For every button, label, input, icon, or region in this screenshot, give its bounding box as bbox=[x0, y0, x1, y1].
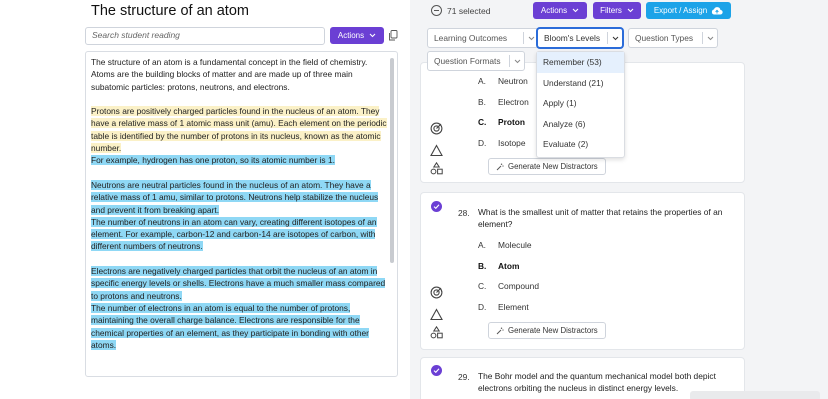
blooms-levels-select[interactable]: Bloom's Levels bbox=[537, 28, 623, 48]
paragraph-intro: The structure of an atom is a fundamenta… bbox=[91, 57, 368, 92]
option-c-correct[interactable]: C. Proton bbox=[478, 117, 525, 127]
actions-label: Actions bbox=[540, 6, 568, 15]
select-label: Question Formats bbox=[434, 56, 501, 66]
chevron-down-icon bbox=[524, 36, 538, 41]
chevron-down-icon bbox=[510, 59, 524, 64]
shapes-icon[interactable] bbox=[430, 162, 443, 175]
highlight-blue: Neutrons are neutral particles found in … bbox=[91, 179, 379, 215]
select-label: Learning Outcomes bbox=[434, 33, 508, 43]
reading-textbox[interactable]: The structure of an atom is a fundamenta… bbox=[85, 51, 398, 377]
option-b-correct[interactable]: B. Atom bbox=[478, 261, 519, 271]
dropdown-option-analyze[interactable]: Analyze (6) bbox=[537, 114, 624, 135]
chevron-down-icon bbox=[608, 36, 622, 41]
blooms-levels-dropdown: Remember (53) Understand (21) Apply (1) … bbox=[536, 51, 625, 158]
highlight-blue: The number of electrons in an atom is eq… bbox=[91, 302, 369, 350]
export-assign-button[interactable]: Export / Assign bbox=[646, 2, 731, 19]
option-b[interactable]: B. Electron bbox=[478, 97, 529, 107]
filters-label: Filters bbox=[600, 6, 622, 15]
paragraph-electrons: Electrons are negatively charged particl… bbox=[91, 265, 387, 351]
bottom-toast bbox=[690, 391, 820, 399]
triangle-icon[interactable] bbox=[430, 308, 443, 321]
select-label: Question Types bbox=[635, 33, 694, 43]
option-a[interactable]: A. Molecule bbox=[478, 240, 532, 250]
highlight-blue: Electrons are negatively charged particl… bbox=[91, 266, 386, 301]
export-label: Export / Assign bbox=[653, 6, 708, 15]
dropdown-option-understand[interactable]: Understand (21) bbox=[537, 73, 624, 94]
search-input[interactable]: Search student reading bbox=[85, 27, 325, 45]
target-icon[interactable] bbox=[430, 122, 443, 135]
reading-content: The structure of an atom is a fundamenta… bbox=[91, 56, 387, 351]
selected-check-icon[interactable] bbox=[431, 201, 442, 212]
chevron-down-icon bbox=[703, 36, 717, 41]
question-number: 29. bbox=[458, 372, 470, 382]
question-text: What is the smallest unit of matter that… bbox=[478, 207, 723, 230]
cloud-upload-icon bbox=[712, 7, 723, 15]
question-formats-select[interactable]: Question Formats bbox=[427, 51, 525, 71]
page-title: The structure of an atom bbox=[91, 3, 249, 19]
option-a[interactable]: A. Neutron bbox=[478, 76, 528, 86]
question-types-select[interactable]: Question Types bbox=[628, 28, 718, 48]
dropdown-option-remember[interactable]: Remember (53) bbox=[537, 52, 624, 73]
magic-wand-icon bbox=[496, 163, 504, 170]
chevron-down-icon bbox=[369, 33, 376, 38]
learning-outcomes-select[interactable]: Learning Outcomes bbox=[427, 28, 539, 48]
paragraph-protons: Protons are positively charged particles… bbox=[91, 105, 387, 166]
actions-button[interactable]: Actions bbox=[330, 27, 384, 44]
option-d[interactable]: D. Element bbox=[478, 302, 529, 312]
selected-count: 71 selected bbox=[447, 6, 491, 16]
generate-distractors-button[interactable]: Generate New Distractors bbox=[488, 158, 606, 175]
shapes-icon[interactable] bbox=[430, 326, 443, 339]
option-c[interactable]: C. Compound bbox=[478, 281, 539, 291]
highlight-blue: The number of neutrons in an atom can va… bbox=[91, 216, 377, 252]
reading-panel: The structure of an atom Search student … bbox=[0, 0, 410, 399]
question-number: 28. bbox=[458, 208, 470, 218]
chevron-down-icon bbox=[627, 8, 634, 13]
generate-distractors-button[interactable]: Generate New Distractors bbox=[488, 322, 606, 339]
filters-button[interactable]: Filters bbox=[593, 2, 641, 19]
select-label: Bloom's Levels bbox=[544, 33, 601, 43]
selection-toolbar: 71 selected Actions Filters Export / Ass… bbox=[410, 0, 828, 25]
copy-icon[interactable] bbox=[388, 30, 398, 41]
paragraph-neutrons: Neutrons are neutral particles found in … bbox=[91, 179, 387, 253]
selected-check-icon[interactable] bbox=[431, 365, 442, 376]
chevron-down-icon bbox=[572, 8, 579, 13]
target-icon[interactable] bbox=[430, 286, 443, 299]
dropdown-option-apply[interactable]: Apply (1) bbox=[537, 93, 624, 114]
triangle-icon[interactable] bbox=[430, 144, 443, 157]
dropdown-option-evaluate[interactable]: Evaluate (2) bbox=[537, 134, 624, 155]
scrollbar[interactable] bbox=[390, 58, 394, 263]
actions-label: Actions bbox=[337, 31, 365, 40]
magic-wand-icon bbox=[496, 327, 504, 334]
bulk-actions-button[interactable]: Actions bbox=[533, 2, 587, 19]
highlight-blue: For example, hydrogen has one proton, so… bbox=[91, 155, 335, 166]
option-d[interactable]: D. Isotope bbox=[478, 138, 525, 148]
highlight-yellow: Protons are positively charged particles… bbox=[91, 106, 387, 154]
deselect-icon[interactable] bbox=[431, 5, 442, 16]
